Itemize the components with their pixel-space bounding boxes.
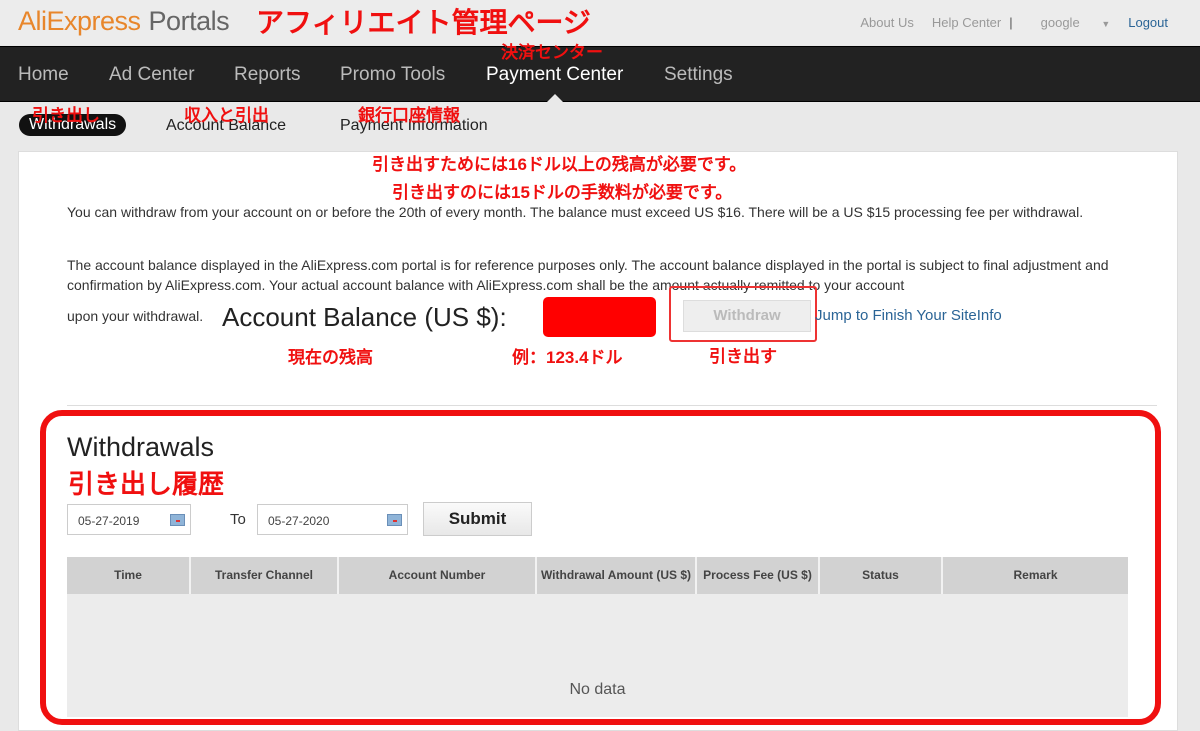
balance-value-redacted	[543, 297, 656, 337]
column-header: Transfer Channel	[191, 557, 339, 594]
annotation-withdrawals-tab: 引き出し	[32, 106, 100, 125]
chevron-down-icon: ▼	[1101, 19, 1111, 29]
finish-siteinfo-link[interactable]: Jump to Finish Your SiteInfo	[815, 307, 1002, 324]
user-menu[interactable]: google ▼	[1023, 15, 1111, 30]
nav-payment-center[interactable]: Payment Center	[486, 64, 623, 86]
logo[interactable]: AliExpress Portals	[18, 6, 230, 37]
annotation-note-2: 引き出すのには15ドルの手数料が必要です。	[392, 183, 733, 202]
nav-home[interactable]: Home	[18, 64, 69, 86]
divider: |	[1009, 15, 1013, 30]
balance-disclaimer-text: The account balance displayed in the Ali…	[67, 257, 1109, 293]
column-header: Account Number	[339, 557, 537, 594]
withdrawals-title: Withdrawals	[67, 432, 215, 462]
column-header: Process Fee (US $)	[697, 557, 820, 594]
to-label: To	[230, 511, 246, 528]
annotation-payment-center: 決済センター	[501, 43, 603, 62]
nav-reports[interactable]: Reports	[234, 64, 301, 86]
from-date-input[interactable]: 05-27-2019	[67, 504, 191, 535]
withdraw-button[interactable]: Withdraw	[683, 300, 811, 332]
divider	[67, 405, 1157, 406]
about-us-link[interactable]: About Us	[860, 15, 913, 30]
column-header: Remark	[1013, 568, 1058, 582]
top-links: About Us Help Center | google ▼ Logout	[842, 15, 1168, 30]
nav-promo-tools[interactable]: Promo Tools	[340, 64, 445, 86]
logout-link[interactable]: Logout	[1128, 15, 1168, 30]
annotation-history: 引き出し履歴	[68, 469, 225, 499]
annotation-withdraw: 引き出す	[709, 347, 777, 366]
active-indicator	[546, 94, 564, 103]
account-balance-label: Account Balance (US $):	[222, 302, 507, 332]
nav-ad-center[interactable]: Ad Center	[109, 64, 195, 86]
calendar-icon[interactable]	[170, 514, 185, 526]
empty-state: No data	[569, 681, 626, 698]
column-header: Withdrawal Amount (US $)	[537, 557, 697, 594]
column-header: Time	[67, 557, 191, 594]
withdraw-info-text: You can withdraw from your account on or…	[67, 204, 1084, 220]
annotation-note-1: 引き出すためには16ドル以上の残高が必要です。	[372, 155, 747, 174]
table-header: Time Transfer Channel Account Number Wit…	[67, 557, 1128, 594]
annotation-balance-tab: 収入と引出	[184, 106, 269, 125]
calendar-icon[interactable]	[387, 514, 402, 526]
annotation-title: アフィリエイト管理ページ	[256, 7, 591, 38]
nav-settings[interactable]: Settings	[664, 64, 733, 86]
help-center-link[interactable]: Help Center	[932, 15, 1001, 30]
withdrawals-table: Time Transfer Channel Account Number Wit…	[67, 557, 1128, 717]
balance-disclaimer-end: upon your withdrawal.	[67, 308, 204, 324]
column-header: Status	[820, 557, 943, 594]
annotation-example: 例：123.4ドル	[512, 348, 623, 367]
annotation-current-balance: 現在の残高	[288, 348, 373, 367]
to-date-input[interactable]: 05-27-2020	[257, 504, 408, 535]
submit-button[interactable]: Submit	[423, 502, 532, 536]
annotation-payment-info-tab: 銀行口座情報	[358, 106, 460, 125]
